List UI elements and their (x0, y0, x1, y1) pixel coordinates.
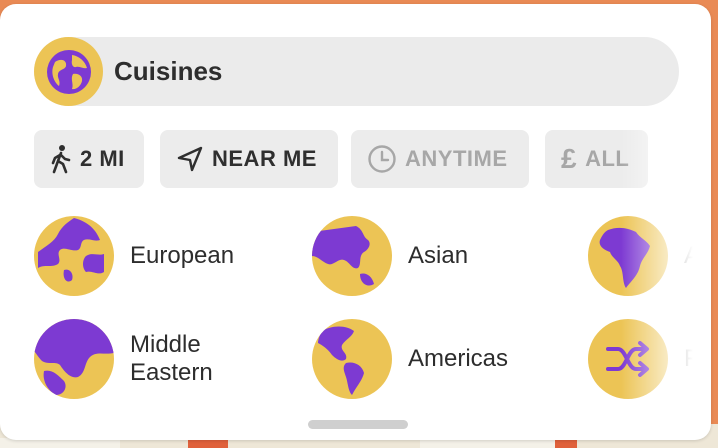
category-americas[interactable]: Americas (312, 319, 508, 399)
distance-filter-chip[interactable]: 2 MI (34, 130, 144, 188)
scroll-fade-overlay (621, 114, 711, 414)
time-filter-chip[interactable]: ANYTIME (351, 130, 529, 188)
globe-europe-icon (34, 216, 114, 296)
pound-icon: £ (561, 143, 578, 174)
category-asian[interactable]: Asian (312, 216, 468, 296)
globe-americas-icon (312, 319, 392, 399)
sheet-drag-handle[interactable] (308, 420, 408, 429)
globe-middle-east-icon (34, 319, 114, 399)
globe-icon (34, 37, 103, 106)
category-label: Middle Eastern (130, 331, 213, 386)
search-title: Cuisines (114, 56, 223, 86)
category-middle-eastern[interactable]: Middle Eastern (34, 319, 250, 399)
location-arrow-icon (177, 146, 203, 172)
category-label: Asian (408, 242, 469, 269)
cuisine-sheet: Cuisines 2 MI NEAR ME ANYTIME £ ALL Euro… (0, 4, 711, 440)
clock-icon (368, 145, 396, 173)
category-label: European (130, 242, 235, 269)
cuisine-search-bar[interactable]: Cuisines (34, 37, 679, 106)
distance-filter-label: 2 MI (80, 146, 125, 171)
near-me-filter-chip[interactable]: NEAR ME (160, 130, 338, 188)
category-european[interactable]: European (34, 216, 234, 296)
category-label: Americas (408, 345, 509, 372)
near-me-filter-label: NEAR ME (212, 146, 317, 171)
time-filter-label: ANYTIME (405, 146, 508, 171)
globe-asia-icon (312, 216, 392, 296)
walking-icon (51, 145, 71, 174)
